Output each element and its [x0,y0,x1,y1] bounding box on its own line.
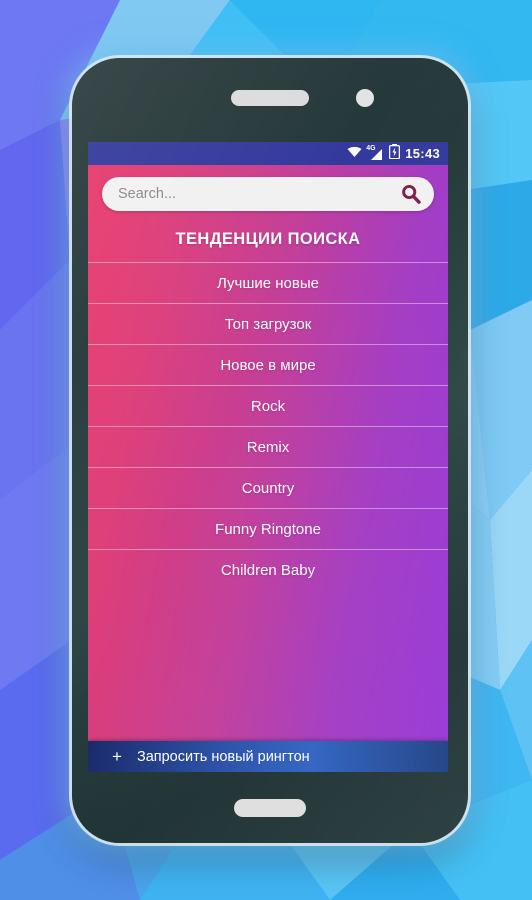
list-item-label: Топ загрузок [224,315,312,333]
list-item[interactable]: Funny Ringtone [88,508,448,549]
list-item[interactable]: Лучшие новые [88,262,448,303]
search-bar[interactable]: Search... [102,177,434,211]
list-item-label: Rock [250,397,286,415]
plus-icon: + [112,747,122,766]
list-item[interactable]: Country [88,467,448,508]
list-item-label: Country [241,479,295,497]
phone-screen: 4G 15:43 Search... ТЕНДЕНЦИИ ПОИСКА Лучш… [88,142,448,772]
list-item[interactable]: Rock [88,385,448,426]
request-new-ringtone-button[interactable]: + Запросить новый рингтон [88,741,448,772]
cell-signal-icon: 4G [366,145,384,161]
search-input[interactable]: Search... [118,186,400,202]
list-item[interactable]: Children Baby [88,549,448,590]
app-content: Search... ТЕНДЕНЦИИ ПОИСКА Лучшие новые … [88,165,448,772]
earpiece-speaker [231,90,309,106]
list-item-label: Children Baby [220,561,316,579]
status-bar: 4G 15:43 [88,142,448,165]
trending-list[interactable]: Лучшие новые Топ загрузок Новое в мире R… [88,262,448,772]
list-item-label: Новое в мире [220,356,316,374]
list-item[interactable]: Топ загрузок [88,303,448,344]
request-new-ringtone-label: Запросить новый рингтон [136,748,310,765]
status-bar-clock: 15:43 [405,145,440,161]
search-icon[interactable] [400,183,422,205]
page-title: ТЕНДЕНЦИИ ПОИСКА [175,230,361,248]
home-button[interactable] [234,799,306,817]
list-item-label: Funny Ringtone [215,520,321,538]
list-item[interactable]: Remix [88,426,448,467]
search-container: Search... [88,165,448,221]
list-item[interactable]: Новое в мире [88,344,448,385]
phone-device: 4G 15:43 Search... ТЕНДЕНЦИИ ПОИСКА Лучш… [72,58,468,843]
battery-charging-icon [389,143,401,164]
list-item-label: Remix [246,438,290,456]
list-item-label: Лучшие новые [217,274,319,292]
front-camera [356,89,374,107]
wifi-icon [347,145,362,163]
